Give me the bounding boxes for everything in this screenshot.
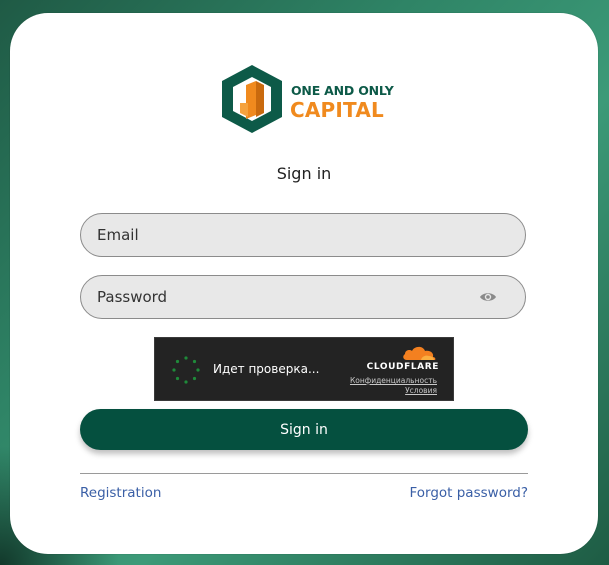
hexagon-logo-icon bbox=[222, 65, 282, 133]
divider bbox=[80, 473, 528, 474]
eye-icon[interactable] bbox=[479, 289, 497, 305]
brand-line-2: CAPITAL bbox=[290, 98, 384, 122]
login-card: ONE AND ONLY CAPITAL Sign in Идет провер… bbox=[10, 13, 598, 554]
forgot-password-link[interactable]: Forgot password? bbox=[409, 485, 528, 501]
password-input[interactable] bbox=[97, 276, 477, 318]
captcha-widget[interactable]: Идет проверка... CLOUDFLARE Конфиденциал… bbox=[154, 337, 454, 401]
brand-logo: ONE AND ONLY CAPITAL bbox=[218, 63, 394, 135]
email-field[interactable] bbox=[80, 213, 526, 257]
loading-spinner-icon bbox=[172, 356, 200, 384]
brand-line-1: ONE AND ONLY bbox=[291, 83, 394, 98]
cloudflare-cloud-icon bbox=[403, 346, 436, 360]
sign-in-button[interactable]: Sign in bbox=[80, 409, 528, 450]
password-field[interactable] bbox=[80, 275, 526, 319]
cloudflare-wordmark: CLOUDFLARE bbox=[366, 362, 439, 372]
email-input[interactable] bbox=[97, 214, 477, 256]
captcha-status: Идет проверка... bbox=[213, 362, 320, 376]
terms-link[interactable]: Условия bbox=[405, 386, 437, 395]
page-title: Sign in bbox=[276, 164, 332, 183]
privacy-link[interactable]: Конфиденциальность bbox=[350, 376, 437, 385]
registration-link[interactable]: Registration bbox=[80, 485, 161, 501]
